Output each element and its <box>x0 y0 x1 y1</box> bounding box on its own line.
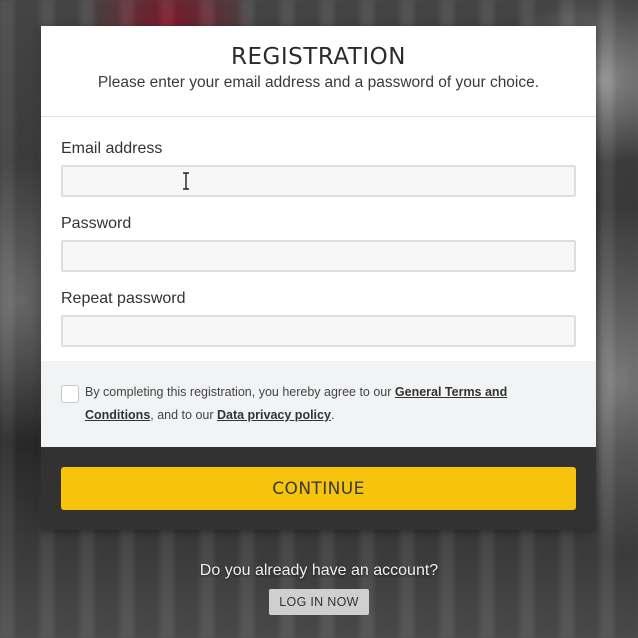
repeat-password-field[interactable] <box>61 315 576 347</box>
terms-text-after: . <box>330 408 335 422</box>
password-label: Password <box>61 215 132 232</box>
terms-text-before: By completing this registration, you her… <box>85 385 395 399</box>
page-subtitle: Please enter your email address and a pa… <box>97 74 540 91</box>
terms-text-middle: , and to our <box>150 408 217 422</box>
password-field[interactable] <box>61 240 576 272</box>
continue-button[interactable]: CONTINUE <box>61 467 576 510</box>
login-button[interactable]: LOG IN NOW <box>269 589 369 615</box>
login-question: Do you already have an account? <box>199 562 439 579</box>
registration-form: Email address Password Repeat password <box>41 117 596 361</box>
email-field-group: Email address <box>61 139 576 197</box>
login-section: Do you already have an account? LOG IN N… <box>0 560 638 615</box>
cta-bar: CONTINUE <box>41 447 596 530</box>
terms-checkbox[interactable] <box>61 385 79 403</box>
terms-text: By completing this registration, you her… <box>85 381 576 427</box>
registration-card: REGISTRATION Please enter your email add… <box>41 26 596 530</box>
privacy-link[interactable]: Data privacy policy <box>217 408 331 422</box>
text-cursor-icon <box>183 172 189 190</box>
email-field[interactable] <box>61 165 576 197</box>
card-header: REGISTRATION Please enter your email add… <box>41 26 596 117</box>
terms-section: By completing this registration, you her… <box>41 361 596 447</box>
repeat-password-field-group: Repeat password <box>61 289 576 347</box>
repeat-password-label: Repeat password <box>61 290 186 307</box>
page-title: REGISTRATION <box>231 44 406 70</box>
email-label: Email address <box>61 140 163 157</box>
password-field-group: Password <box>61 214 576 272</box>
